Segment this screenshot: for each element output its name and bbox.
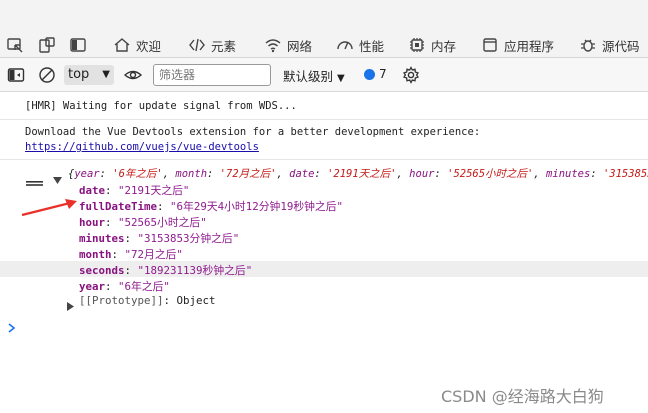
prototype-key: [[Prototype]] [79, 294, 164, 307]
property-value: "6年之后" [118, 280, 170, 293]
filter-placeholder: 筛选器 [159, 68, 196, 82]
home-icon [114, 38, 130, 52]
summary-value: '6年之后' [112, 168, 163, 180]
context-value: top [68, 67, 90, 82]
device-toolbar-icon[interactable] [38, 36, 56, 54]
property-row[interactable]: fullDateTime: "6年29天4小时12分钟19秒钟之后" [79, 198, 343, 214]
property-key: date [79, 184, 106, 197]
console-prompt-chevron-icon[interactable] [8, 318, 16, 337]
property-row[interactable]: month: "72月之后" [79, 246, 183, 262]
property-key: month [79, 248, 112, 261]
filter-input[interactable]: 筛选器 [153, 64, 271, 86]
chevron-down-icon: ▼ [102, 69, 110, 80]
expand-triangle-icon[interactable] [53, 170, 62, 189]
tab-label: 元素 [211, 38, 237, 54]
tab-performance[interactable]: 性能 [336, 34, 384, 56]
memory-icon [410, 38, 424, 52]
property-row[interactable]: hour: "52565小时之后" [79, 214, 207, 230]
summary-value: '72月之后' [219, 168, 277, 180]
summary-key: month [175, 168, 208, 180]
property-key: minutes [79, 232, 125, 245]
message-divider [0, 119, 648, 120]
tab-memory[interactable]: 内存 [408, 34, 456, 56]
devtools-tab-bar: 欢迎 元素 网络 性能 内存 应用程序 源代码 [0, 0, 648, 58]
log-level-icon [26, 171, 43, 190]
devtools-link[interactable]: https://github.com/vuejs/vue-devtools [25, 141, 259, 153]
property-value: "3153853分钟之后" [137, 232, 240, 245]
property-value: "189231139秒钟之后" [137, 264, 253, 277]
sidebar-toggle-icon[interactable] [69, 36, 87, 54]
app-icon [483, 38, 497, 52]
inspect-element-icon[interactable] [6, 36, 24, 54]
summary-key: minutes [546, 168, 591, 180]
object-summary[interactable]: {year: '6年之后', month: '72月之后', date: '21… [68, 166, 648, 181]
annotation-arrow-icon [21, 199, 77, 217]
property-row[interactable]: minutes: "3153853分钟之后" [79, 230, 239, 246]
clear-console-icon[interactable] [38, 66, 56, 88]
property-row[interactable]: date: "2191天之后" [79, 182, 189, 198]
issues-badge[interactable]: 7 [364, 67, 387, 81]
tab-label: 网络 [287, 38, 313, 54]
property-key: year [79, 280, 106, 293]
property-value: "52565小时之后" [118, 216, 207, 229]
message-divider [0, 159, 648, 160]
property-key: fullDateTime [79, 200, 158, 213]
console-message-devtools: Download the Vue Devtools extension for … [25, 126, 481, 138]
prototype-row[interactable]: [[Prototype]]: Object [79, 294, 216, 307]
issues-count: 7 [379, 67, 387, 81]
summary-value: '3153853 [602, 168, 648, 180]
property-row[interactable]: year: "6年之后" [79, 278, 170, 294]
gauge-icon [337, 41, 353, 50]
context-selector[interactable]: top ▼ [64, 65, 114, 85]
property-value: "2191天之后" [118, 184, 190, 197]
bug-icon [581, 39, 595, 52]
tab-application[interactable]: 应用程序 [481, 34, 554, 56]
property-row[interactable]: seconds: "189231139秒钟之后" [79, 262, 252, 278]
log-levels-label: 默认级别 [283, 69, 334, 84]
live-expression-eye-icon[interactable] [123, 66, 143, 88]
property-key: hour [79, 216, 106, 229]
tab-elements[interactable]: 元素 [188, 34, 236, 56]
summary-value: '2191天之后' [327, 168, 397, 180]
tab-sources[interactable]: 源代码 [579, 34, 640, 56]
issues-icon [364, 68, 375, 80]
tab-label: 内存 [431, 38, 457, 54]
collapsed-triangle-icon[interactable] [67, 296, 74, 315]
log-levels-dropdown[interactable]: 默认级别 ▼ [283, 66, 345, 85]
property-value: "6年29天4小时12分钟19秒钟之后" [170, 200, 344, 213]
code-icon [189, 38, 205, 52]
tab-network[interactable]: 网络 [264, 34, 312, 56]
tab-label: 性能 [359, 38, 385, 54]
summary-value: '52565小时之后' [447, 168, 534, 180]
wifi-icon [265, 39, 281, 53]
summary-key: hour [409, 168, 435, 180]
prototype-value: Object [176, 294, 216, 307]
tab-label: 应用程序 [504, 38, 555, 54]
show-sidebar-icon[interactable] [7, 66, 25, 88]
chevron-down-icon: ▼ [337, 73, 345, 84]
console-message-hmr: [HMR] Waiting for update signal from WDS… [25, 100, 297, 112]
summary-key: year [74, 168, 100, 180]
property-key: seconds [79, 264, 125, 277]
tab-label: 源代码 [602, 38, 640, 54]
tab-label: 欢迎 [136, 38, 162, 54]
tab-welcome[interactable]: 欢迎 [113, 34, 161, 56]
summary-key: date [289, 168, 315, 180]
property-value: "72月之后" [124, 248, 183, 261]
settings-gear-icon[interactable] [402, 66, 420, 88]
watermark: CSDN @经海路大白狗 [441, 387, 604, 406]
